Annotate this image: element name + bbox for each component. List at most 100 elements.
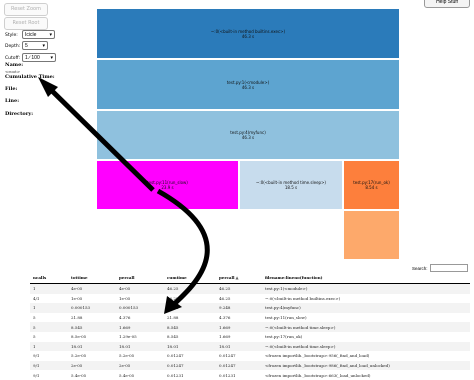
line-label: Line: xyxy=(5,98,20,104)
table-header-row: ncalls tottime percall cumtime percall▲ … xyxy=(30,271,470,284)
table-cell: 4e-05 xyxy=(116,283,164,294)
table-cell: 0.01247 xyxy=(216,351,262,361)
table-cell: test.py:1(<module>) xyxy=(262,283,470,294)
depth-select[interactable]: 5 ▾ xyxy=(22,41,48,50)
chevron-down-icon: ▾ xyxy=(50,55,53,61)
table-cell: 1e-05 xyxy=(68,293,116,304)
table-cell: <frozen importlib._bootstrap>:986(_find_… xyxy=(262,360,470,371)
col-ncalls[interactable]: ncalls xyxy=(30,271,68,284)
name-value: <root> xyxy=(5,68,21,74)
icicle-block-run-ok[interactable]: test.py:17(run_ok) 8.54 s xyxy=(343,160,400,210)
name-label: Name: xyxy=(5,62,24,68)
table-row[interactable]: 5 8.545 1.669 8.545 1.669 ~:0(<built-in metho… xyxy=(30,322,470,332)
cumulative-time-label: Cumulative Time: xyxy=(5,74,55,80)
col-percall-cum[interactable]: percall▲ xyxy=(216,271,262,284)
table-cell: 21.88 xyxy=(68,312,116,323)
directory-label: Directory: xyxy=(5,111,34,117)
table-cell: 4.376 xyxy=(116,312,164,323)
table-row[interactable]: 9/1 2e-05 2e-05 0.01247 0.01247 <frozen impor… xyxy=(30,360,470,371)
table-cell: test.py:17(run_ok) xyxy=(262,331,470,342)
icicle-block-run-ok-child[interactable] xyxy=(343,210,400,260)
icicle-block-builtin-exec[interactable]: ~:0(<built-in method builtins.exec>) 46.3… xyxy=(96,8,400,59)
table-cell: 0.01231 xyxy=(216,370,262,380)
table-cell: 18.01 xyxy=(164,341,216,352)
chevron-down-icon: ▾ xyxy=(49,32,52,38)
col-cumtime[interactable]: cumtime xyxy=(164,271,216,284)
table-cell: 9/1 xyxy=(30,351,68,361)
col-filename[interactable]: filename:lineno(function) xyxy=(262,271,470,284)
cutoff-select-value: 1 ∕ 100 xyxy=(25,55,40,61)
table-row[interactable]: 5 21.88 4.376 21.88 4.376 test.py:11(run_slow… xyxy=(30,312,470,323)
table-row[interactable]: 9/1 5.2e-05 5.2e-05 0.01247 0.01247 <frozen i… xyxy=(30,351,470,361)
table-cell: 46.25 xyxy=(216,283,262,294)
style-label: Style: xyxy=(5,33,18,38)
table-cell: <frozen importlib._bootstrap>:663(_load_… xyxy=(262,370,470,380)
table-cell: 1.29e-05 xyxy=(116,331,164,342)
table-cell: 46.25 xyxy=(164,293,216,304)
table-cell: 5 xyxy=(30,331,68,342)
table-cell: 1.669 xyxy=(116,322,164,332)
info-panel: Name: <root> Cumulative Time: File: Line… xyxy=(5,62,55,118)
table-cell: 4e-05 xyxy=(68,283,116,294)
table-cell: 0.000153 xyxy=(116,303,164,313)
table-cell: 9.248 xyxy=(216,303,262,313)
chevron-down-icon: ▾ xyxy=(42,43,45,49)
table-cell: 8.545 xyxy=(68,322,116,332)
table-cell: 46.25 xyxy=(164,283,216,294)
col-percall[interactable]: percall xyxy=(116,271,164,284)
table-cell: 9/1 xyxy=(30,360,68,371)
file-label: File: xyxy=(5,86,18,92)
block-time: 46.3 s xyxy=(241,33,255,39)
depth-select-value: 5 xyxy=(25,43,28,49)
table-cell: 0.01247 xyxy=(164,360,216,371)
table-cell: 4/1 xyxy=(30,293,68,304)
table-cell: 5.4e-05 xyxy=(116,370,164,380)
table-cell: 9/1 xyxy=(30,370,68,380)
block-time: 23.9 s xyxy=(161,185,174,190)
block-time: 8.54 s xyxy=(365,185,378,190)
table-cell: 18.01 xyxy=(116,341,164,352)
reset-zoom-button[interactable]: Reset Zoom xyxy=(4,3,48,16)
table-cell: 1 xyxy=(30,283,68,294)
table-cell: 18.01 xyxy=(68,341,116,352)
table-cell: 8.5e-05 xyxy=(68,331,116,342)
table-cell: 21.88 xyxy=(164,312,216,323)
col-tottime[interactable]: tottime xyxy=(68,271,116,284)
table-cell: <frozen importlib._bootstrap>:956(_find_… xyxy=(262,351,470,361)
reset-root-button[interactable]: Reset Root xyxy=(4,17,48,30)
table-cell: 0.000153 xyxy=(68,303,116,313)
table-row[interactable]: 5 8.5e-05 1.29e-05 8.545 1.669 test.py:17(run… xyxy=(30,331,470,342)
table-row[interactable]: 9/1 5.4e-05 5.4e-05 0.01231 0.01231 <frozen i… xyxy=(30,370,470,380)
icicle-block-myfunc[interactable]: test.py:4(myfunc) 46.3 s xyxy=(96,110,400,160)
table-cell: ~:0(<built-in method time.sleep>) xyxy=(262,322,470,332)
block-time: 46.3 s xyxy=(241,84,255,90)
stats-table: ncalls tottime percall cumtime percall▲ … xyxy=(30,271,470,380)
table-row[interactable]: 1 4e-05 4e-05 46.25 46.25 test.py:1(<module>) xyxy=(30,283,470,294)
table-cell: 1 xyxy=(30,303,68,313)
table-cell: 5.4e-05 xyxy=(68,370,116,380)
table-cell: 4.376 xyxy=(216,312,262,323)
table-cell: ~:0(<built-in method time.sleep>) xyxy=(262,341,470,352)
table-cell: 1.669 xyxy=(216,322,262,332)
table-row[interactable]: 4/1 1e-05 1e-05 46.25 46.25 ~:0(<built-in met… xyxy=(30,293,470,304)
block-time: 18.5 s xyxy=(284,185,298,190)
icicle-block-time-sleep[interactable]: ~:0(<built-in method time.sleep>) 18.5 s xyxy=(239,160,343,210)
icicle-block-module[interactable]: test.py:1(<module>) 46.3 s xyxy=(96,59,400,110)
style-select[interactable]: Icicle ▾ xyxy=(22,30,55,39)
cutoff-select[interactable]: 1 ∕ 100 ▾ xyxy=(22,53,56,62)
help-button[interactable]: Help Stuff xyxy=(424,0,470,8)
table-cell: test.py:11(run_slow) xyxy=(262,312,470,323)
table-cell: 5 xyxy=(30,322,68,332)
icicle-block-run-slow[interactable]: test.py:11(run_slow) 23.9 s xyxy=(96,160,239,210)
table-cell: 8.545 xyxy=(164,322,216,332)
table-cell: 0.01247 xyxy=(216,360,262,371)
depth-label: Depth: xyxy=(5,44,21,49)
sort-icon: ▲ xyxy=(235,274,239,280)
table-row[interactable]: 1 18.01 18.01 18.01 18.01 ~:0(<built-in metho… xyxy=(30,341,470,352)
table-cell: 1 xyxy=(30,341,68,352)
table-cell: test.py:4(myfunc) xyxy=(262,303,470,313)
table-cell: 0.01231 xyxy=(164,370,216,380)
table-cell: 5 xyxy=(30,312,68,323)
table-row[interactable]: 1 0.000153 0.000153 46.24 9.248 test.py:4(myf… xyxy=(30,303,470,313)
table-cell: 46.25 xyxy=(216,293,262,304)
